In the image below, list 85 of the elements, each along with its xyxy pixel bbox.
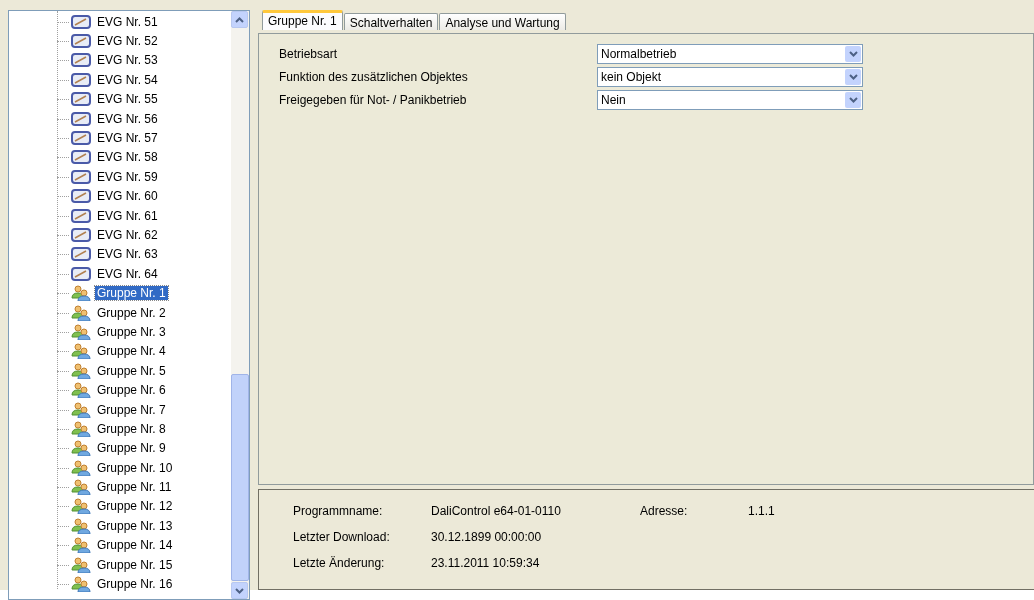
info-label: Programmname: <box>293 504 384 518</box>
info-label: Letzter Download: <box>293 530 391 544</box>
tree-item[interactable]: EVG Nr. 60 <box>95 189 160 204</box>
ballast-icon <box>71 266 91 281</box>
dropdown[interactable]: kein Objekt <box>597 67 863 87</box>
user-group-icon <box>71 537 91 554</box>
tree-item[interactable]: Gruppe Nr. 1 <box>95 286 168 301</box>
tree-item[interactable]: Gruppe Nr. 11 <box>95 480 174 495</box>
user-group-icon <box>71 382 91 399</box>
tree-item[interactable]: EVG Nr. 57 <box>95 131 160 146</box>
tree-item[interactable]: Gruppe Nr. 12 <box>95 499 175 514</box>
parameter-label: Freigegeben für Not- / Panikbetrieb <box>279 93 468 107</box>
tree-item[interactable]: EVG Nr. 55 <box>95 92 160 107</box>
ballast-icon <box>71 131 91 146</box>
ballast-icon <box>71 150 91 165</box>
ballast-icon <box>71 53 91 68</box>
user-group-icon <box>71 323 91 340</box>
tree-item[interactable]: Gruppe Nr. 2 <box>95 305 168 320</box>
user-group-icon <box>71 362 91 379</box>
tree-item[interactable]: EVG Nr. 59 <box>95 169 160 184</box>
chevron-down-icon <box>848 51 858 57</box>
info-value: DaliControl e64-01-0110 <box>431 504 562 518</box>
user-group-icon <box>71 343 91 360</box>
user-group-icon <box>71 479 91 496</box>
tree-item[interactable]: Gruppe Nr. 3 <box>95 324 168 339</box>
ballast-icon <box>71 111 91 126</box>
user-group-icon <box>71 440 91 457</box>
tree-item[interactable]: Gruppe Nr. 5 <box>95 363 168 378</box>
parameter-label: Funktion des zusätzlichen Objektes <box>279 70 469 84</box>
tree-item[interactable]: Gruppe Nr. 4 <box>95 344 168 359</box>
tree-item[interactable]: Gruppe Nr. 15 <box>95 557 175 572</box>
tree-item[interactable]: Gruppe Nr. 10 <box>95 460 175 475</box>
tree-item[interactable]: EVG Nr. 54 <box>95 72 160 87</box>
user-group-icon <box>71 420 91 437</box>
scrollbar-thumb[interactable] <box>231 374 249 581</box>
tree-item[interactable]: EVG Nr. 51 <box>95 14 160 29</box>
ballast-icon <box>71 208 91 223</box>
tree-item[interactable]: EVG Nr. 63 <box>95 247 160 262</box>
dropdown[interactable]: Nein <box>597 90 863 110</box>
tree-item[interactable]: Gruppe Nr. 6 <box>95 383 168 398</box>
dropdown[interactable]: Normalbetrieb <box>597 44 863 64</box>
tree-item[interactable]: EVG Nr. 64 <box>95 266 160 281</box>
tab[interactable]: Schaltverhalten <box>343 13 439 30</box>
tree-item[interactable]: Gruppe Nr. 14 <box>95 538 175 553</box>
tree-item[interactable]: EVG Nr. 61 <box>95 208 160 223</box>
chevron-down-icon <box>235 587 244 594</box>
user-group-icon <box>71 401 91 418</box>
chevron-down-icon <box>848 74 858 80</box>
parameter-label: Betriebsart <box>279 47 339 61</box>
user-group-icon <box>71 556 91 573</box>
tree-item[interactable]: Gruppe Nr. 16 <box>95 577 175 591</box>
chevron-up-icon <box>235 16 244 23</box>
info-value: 1.1.1 <box>748 504 776 518</box>
user-group-icon <box>71 498 91 515</box>
tree-item[interactable]: Gruppe Nr. 7 <box>95 402 168 417</box>
user-group-icon <box>71 517 91 534</box>
ballast-icon <box>71 189 91 204</box>
ballast-icon <box>71 228 91 242</box>
tree-item[interactable]: Gruppe Nr. 9 <box>95 441 168 456</box>
info-label: Adresse: <box>640 504 689 518</box>
user-group-icon <box>71 304 91 321</box>
ballast-icon <box>71 247 91 262</box>
info-value: 30.12.1899 00:00:00 <box>431 530 543 544</box>
ballast-icon <box>71 34 91 49</box>
tree-item[interactable]: EVG Nr. 53 <box>95 53 160 68</box>
chevron-down-icon <box>848 97 858 103</box>
user-group-icon <box>71 285 91 302</box>
ballast-icon <box>71 169 91 184</box>
ballast-icon <box>71 72 91 87</box>
tree-item[interactable]: EVG Nr. 58 <box>95 150 160 165</box>
ballast-icon <box>71 14 91 29</box>
tree-item[interactable]: Gruppe Nr. 13 <box>95 518 175 533</box>
tab[interactable]: Gruppe Nr. 1 <box>262 10 343 30</box>
tab[interactable]: Analyse und Wartung <box>439 13 566 30</box>
ballast-icon <box>71 92 91 107</box>
scroll-up-button[interactable] <box>231 11 248 28</box>
tree-item[interactable]: EVG Nr. 56 <box>95 111 160 126</box>
tree-item[interactable]: Gruppe Nr. 8 <box>95 421 168 436</box>
user-group-icon <box>71 576 91 592</box>
info-label: Letzte Änderung: <box>293 556 386 570</box>
scroll-down-button[interactable] <box>231 582 248 599</box>
info-value: 23.11.2011 10:59:34 <box>431 556 541 570</box>
tree-item[interactable]: EVG Nr. 52 <box>95 34 160 49</box>
tree-item[interactable]: EVG Nr. 62 <box>95 228 160 242</box>
user-group-icon <box>71 459 91 476</box>
